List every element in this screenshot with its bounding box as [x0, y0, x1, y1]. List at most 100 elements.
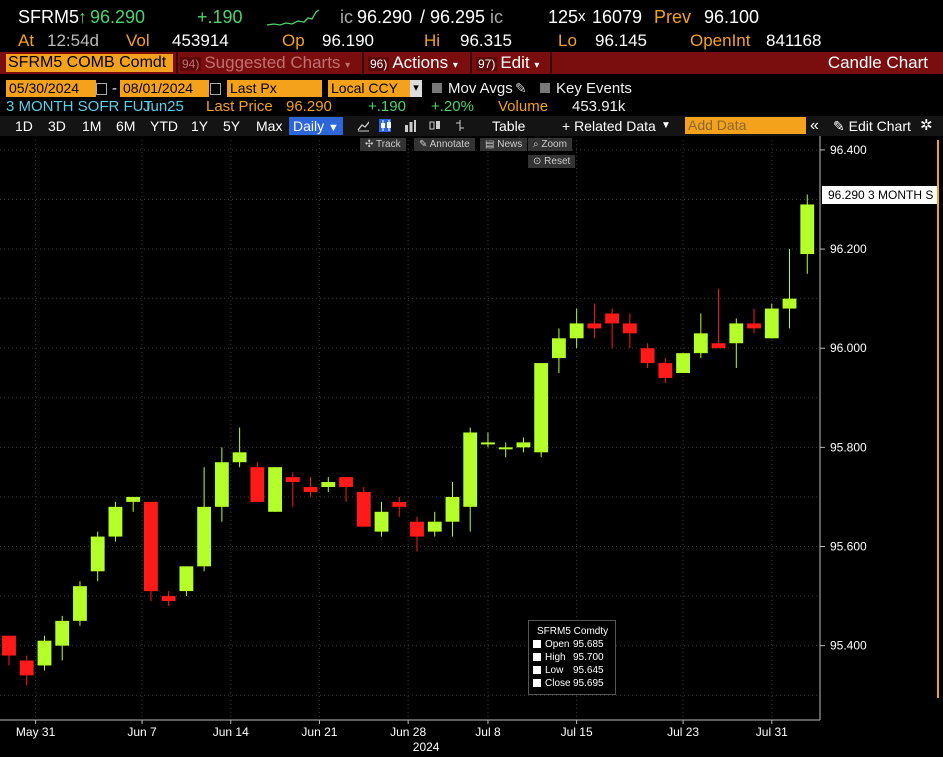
- table-button[interactable]: Table: [492, 117, 525, 135]
- suggested-charts-number: 94): [180, 57, 202, 71]
- candle-body[interactable]: [587, 323, 602, 329]
- calendar-icon[interactable]: [96, 83, 107, 95]
- y-tick-label: 96.400: [830, 143, 867, 157]
- candle-body[interactable]: [73, 586, 87, 621]
- currency-select[interactable]: Local CCY: [328, 80, 411, 97]
- candle-body[interactable]: [374, 511, 389, 532]
- candle-body[interactable]: [427, 521, 442, 532]
- candle-body[interactable]: [463, 432, 478, 507]
- start-date-input[interactable]: 05/30/2024: [6, 80, 96, 97]
- candle-body[interactable]: [676, 353, 691, 373]
- range-3d[interactable]: 3D: [48, 117, 66, 135]
- candle-body[interactable]: [179, 566, 194, 592]
- menu-divider: [550, 52, 552, 74]
- candle-chart[interactable]: 96.400 96.200 96.000 95.800 95.600 95.400 May…: [0, 136, 943, 757]
- candle-body[interactable]: [392, 501, 407, 507]
- date-range-dash: -: [112, 80, 117, 97]
- suggested-charts-label: Suggested Charts: [204, 53, 341, 72]
- actions-menu[interactable]: 96) Actions ▾: [368, 52, 458, 74]
- gridlines: [0, 140, 820, 720]
- candle-body[interactable]: [481, 442, 495, 445]
- price-field-select[interactable]: Last Px: [227, 80, 322, 97]
- edit-chart-button[interactable]: ✎ Edit Chart: [833, 117, 911, 135]
- x-tick-label: Jul 23: [667, 725, 699, 739]
- candle-body[interactable]: [161, 596, 176, 602]
- candle-body[interactable]: [693, 333, 708, 354]
- candle-body[interactable]: [214, 462, 229, 507]
- related-data-button[interactable]: + Related Data: [562, 117, 656, 135]
- security-name: 3 MONTH SOFR FUT: [6, 98, 153, 115]
- range-5y[interactable]: 5Y: [223, 117, 240, 135]
- candle-body[interactable]: [658, 363, 673, 378]
- mov-avgs-checkbox[interactable]: [432, 83, 442, 93]
- range-max[interactable]: Max: [256, 117, 282, 135]
- range-ytd[interactable]: YTD: [150, 117, 178, 135]
- candle-body[interactable]: [711, 343, 726, 349]
- candle-body[interactable]: [90, 536, 105, 572]
- legend-label: Close: [545, 678, 571, 689]
- candle-body[interactable]: [339, 477, 353, 488]
- candle-body[interactable]: [729, 323, 744, 344]
- prev-close: 96.100: [704, 7, 760, 27]
- candle-body[interactable]: [605, 313, 620, 324]
- candle-body[interactable]: [232, 452, 247, 463]
- candle-body[interactable]: [37, 640, 52, 666]
- candle-body[interactable]: [516, 442, 531, 448]
- candle-body[interactable]: [285, 477, 300, 483]
- end-date-input[interactable]: 08/01/2024: [120, 80, 209, 97]
- candle-body[interactable]: [622, 323, 637, 334]
- candle-body[interactable]: [445, 496, 460, 522]
- candle-body[interactable]: [143, 501, 158, 592]
- line-chart-icon[interactable]: [357, 119, 369, 132]
- bar-chart-icon[interactable]: [404, 119, 416, 132]
- chart-scroll-edge[interactable]: [937, 140, 939, 698]
- candle-body[interactable]: [640, 348, 655, 364]
- candle-body[interactable]: [782, 298, 797, 309]
- candle-chart-icon[interactable]: [379, 119, 391, 132]
- range-6m[interactable]: 6M: [116, 117, 135, 135]
- ask-price: 96.295: [430, 7, 486, 27]
- candle-body[interactable]: [303, 487, 318, 492]
- caret-down-icon: ▼: [328, 122, 339, 134]
- legend-row: Low 95.645: [529, 664, 615, 677]
- candle-body[interactable]: [19, 660, 34, 676]
- candle-body[interactable]: [321, 482, 336, 488]
- candle-body[interactable]: [800, 204, 815, 255]
- frequency-select[interactable]: Daily ▼: [289, 117, 343, 135]
- gear-icon[interactable]: ✲: [920, 117, 933, 135]
- candle-body[interactable]: [55, 620, 70, 646]
- candle-body[interactable]: [534, 363, 549, 453]
- hollow-candle-icon[interactable]: [428, 119, 440, 132]
- collapse-chevron-icon[interactable]: «: [810, 117, 819, 135]
- suggested-charts-menu[interactable]: 94) Suggested Charts ▾: [180, 52, 350, 74]
- candle-body[interactable]: [2, 635, 16, 656]
- legend-label: High: [545, 652, 566, 663]
- chevron-down-icon[interactable]: ▼: [661, 117, 671, 135]
- candle-body[interactable]: [126, 496, 141, 502]
- range-1y[interactable]: 1Y: [191, 117, 208, 135]
- security-field[interactable]: SFRM5 COMB Comdt: [6, 54, 173, 72]
- key-events-checkbox[interactable]: [540, 83, 550, 93]
- candle-body[interactable]: [268, 467, 283, 512]
- ohlc-bar-icon[interactable]: [453, 119, 465, 132]
- ticker-symbol[interactable]: SFRM5: [18, 4, 79, 30]
- range-1m[interactable]: 1M: [82, 117, 101, 135]
- candle-body[interactable]: [108, 506, 123, 537]
- legend-row: Close 95.695: [529, 677, 615, 690]
- candle-body[interactable]: [747, 323, 761, 329]
- candle-body[interactable]: [250, 467, 265, 502]
- chevron-down-icon[interactable]: ▾: [410, 80, 422, 97]
- ohlc-legend: SFRM5 Comdty Open 95.685 High 95.700 Low 95…: [528, 620, 616, 695]
- candle-body[interactable]: [410, 521, 424, 537]
- candle-body[interactable]: [551, 338, 566, 359]
- calendar-icon[interactable]: [210, 83, 221, 95]
- candle-body[interactable]: [197, 506, 212, 567]
- candle-body[interactable]: [356, 491, 371, 527]
- candle-body[interactable]: [764, 308, 779, 339]
- range-1d[interactable]: 1D: [15, 117, 33, 135]
- candle-body[interactable]: [569, 323, 584, 339]
- candle-body[interactable]: [498, 447, 513, 450]
- add-data-input[interactable]: Add Data: [685, 117, 806, 134]
- edit-menu[interactable]: 97) Edit ▾: [476, 52, 539, 74]
- pencil-icon[interactable]: ✎: [515, 80, 527, 97]
